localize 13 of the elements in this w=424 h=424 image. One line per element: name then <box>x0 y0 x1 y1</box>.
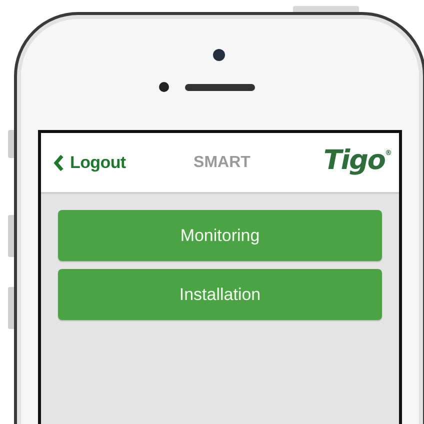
app-title: SMART <box>194 154 250 172</box>
camera-icon <box>213 49 225 61</box>
power-key <box>293 6 359 12</box>
side-key <box>8 130 14 158</box>
menu-button[interactable]: Installation <box>58 269 382 320</box>
menu-button[interactable]: Monitoring <box>58 210 382 261</box>
chevron-left-icon <box>53 154 64 172</box>
sensor-icon <box>159 82 169 92</box>
logo-wordmark: Tigo <box>323 145 385 176</box>
speaker-grille <box>185 84 255 91</box>
volume-key <box>8 215 14 257</box>
volume-key <box>8 287 14 329</box>
logout-button[interactable]: Logout <box>53 152 126 172</box>
